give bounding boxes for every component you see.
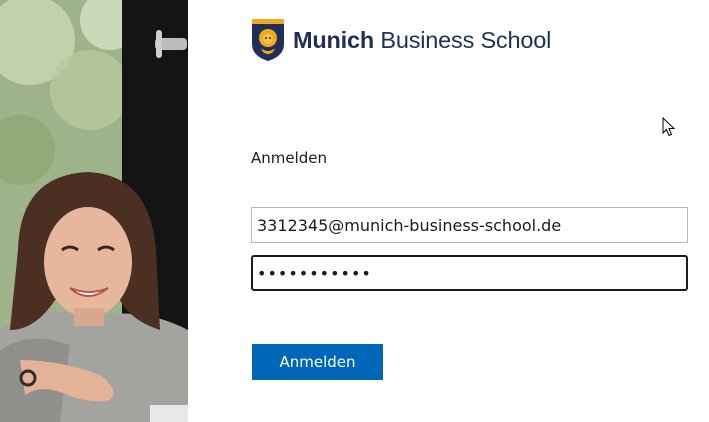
signin-heading: Anmelden: [251, 149, 328, 167]
mouse-pointer-icon: [662, 117, 676, 137]
signin-page: Munich Business School Anmelden Anmelden: [0, 0, 709, 422]
password-field[interactable]: [251, 255, 688, 291]
school-name-rest: Business School: [374, 27, 552, 53]
school-name-bold: Munich: [293, 27, 375, 53]
hero-photo: [0, 0, 188, 422]
email-field[interactable]: [251, 207, 688, 243]
signin-button[interactable]: Anmelden: [252, 344, 383, 380]
school-logo: Munich Business School: [251, 18, 551, 62]
school-name: Munich Business School: [293, 18, 551, 62]
lion-shield-icon: [252, 19, 284, 61]
